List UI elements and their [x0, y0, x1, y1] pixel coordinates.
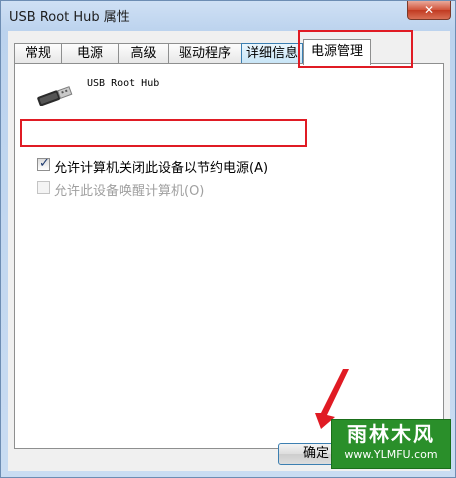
close-button[interactable]: ✕ [407, 1, 451, 20]
allow-wake-checkbox [37, 181, 50, 194]
allow-wake-label: 允许此设备唤醒计算机(O) [54, 184, 205, 199]
tab-driver[interactable]: 驱动程序 [168, 43, 242, 64]
allow-power-off-label[interactable]: 允许计算机关闭此设备以节约电源(A) [54, 157, 268, 176]
watermark-logo-text: 雨林木风 [347, 422, 435, 446]
device-name: USB Root Hub [87, 78, 160, 89]
title-bar[interactable]: USB Root Hub 属性 ✕ [1, 1, 455, 31]
checkmark-icon: ✓ [39, 156, 50, 171]
usb-connector-icon [37, 86, 73, 106]
allow-power-off-checkbox[interactable]: ✓ [37, 156, 50, 171]
dialog-client-area: 常规 电源 高级 驱动程序 详细信息 电源管理 USB Root Hub ✓ 允… [8, 31, 450, 471]
site-watermark: 雨林木风 www.YLMFU.com [331, 419, 451, 469]
tab-power[interactable]: 电源 [61, 43, 119, 64]
highlight-tab-box [298, 30, 413, 68]
window-title: USB Root Hub 属性 [9, 10, 130, 25]
tab-advanced[interactable]: 高级 [118, 43, 169, 64]
highlight-option-box [20, 119, 307, 147]
watermark-url: www.YLMFU.com [344, 448, 438, 461]
tab-general[interactable]: 常规 [14, 43, 62, 64]
close-icon: ✕ [423, 3, 435, 17]
tab-details[interactable]: 详细信息 [241, 43, 303, 64]
properties-dialog: USB Root Hub 属性 ✕ 常规 电源 高级 驱动程序 详细信息 电源管… [0, 0, 456, 478]
